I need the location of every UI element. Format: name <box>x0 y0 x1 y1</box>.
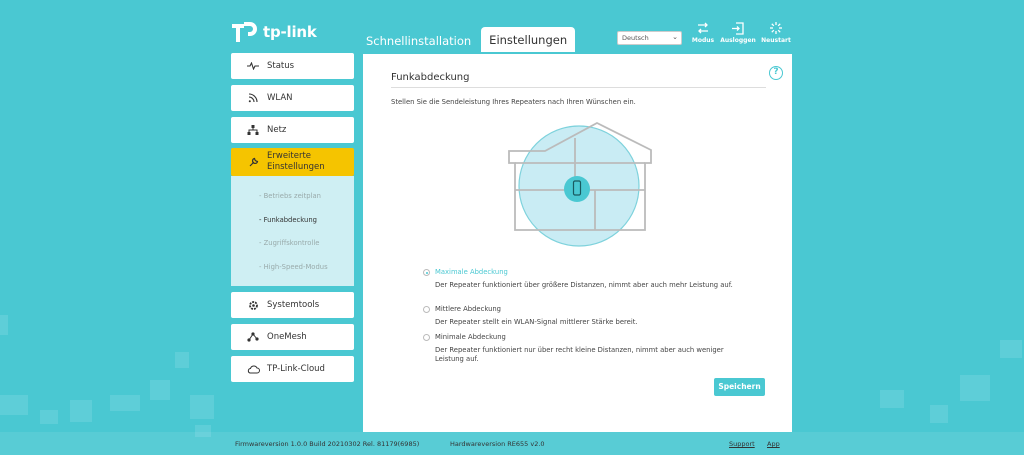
support-link[interactable]: Support <box>729 440 755 448</box>
tp-link-logo-icon <box>228 18 260 46</box>
background-decoration <box>960 375 990 401</box>
radio-minimale-abdeckung[interactable] <box>423 334 430 341</box>
background-decoration <box>175 352 189 368</box>
sidebar-item-label: WLAN <box>267 93 293 103</box>
submenu-item-high-speed-modus[interactable]: - High-Speed-Modus <box>259 263 328 271</box>
submenu-item-zugriffskontrolle[interactable]: - Zugriffskontrolle <box>259 239 319 247</box>
app-link[interactable]: App <box>767 440 780 448</box>
sidebar-item-onemesh[interactable]: OneMesh <box>231 324 354 350</box>
option-description: Der Repeater stellt ein WLAN-Signal mitt… <box>435 318 638 326</box>
option-label: Minimale Abdeckung <box>435 333 506 341</box>
brand-name: tp-link <box>263 23 317 41</box>
option-description: Der Repeater funktioniert nur über recht… <box>435 346 724 363</box>
save-button[interactable]: Speichern <box>714 378 765 396</box>
background-decoration <box>110 395 140 411</box>
sidebar-item-label-line1: Erweiterte <box>267 151 312 161</box>
restart-icon <box>756 20 796 36</box>
background-decoration <box>0 315 8 335</box>
logout-icon <box>718 20 758 36</box>
sidebar-item-label: OneMesh <box>267 332 307 342</box>
background-decoration <box>150 380 170 400</box>
firmware-version: Firmwareversion 1.0.0 Build 20210302 Rel… <box>235 440 420 448</box>
network-icon <box>246 125 260 135</box>
sidebar-item-erweiterte-einstellungen[interactable]: Erweiterte Einstellungen <box>231 148 354 176</box>
submenu-panel: - Betriebs zeitplan - Funkabdeckung - Zu… <box>231 176 354 286</box>
title-divider <box>391 87 766 88</box>
wifi-icon <box>246 93 260 103</box>
mode-button[interactable]: Modus <box>683 20 723 44</box>
background-decoration <box>930 405 948 423</box>
background-decoration <box>190 395 214 419</box>
background-decoration <box>70 400 92 422</box>
logout-button[interactable]: Ausloggen <box>718 20 758 44</box>
submenu-item-betriebszeitplan[interactable]: - Betriebs zeitplan <box>259 192 321 200</box>
hardware-version: Hardwareversion RE655 v2.0 <box>450 440 545 448</box>
tp-link-logo: tp-link <box>228 18 317 46</box>
radio-mittlere-abdeckung[interactable] <box>423 306 430 313</box>
sidebar-item-label-line2: Einstellungen <box>267 162 325 172</box>
sidebar-item-netz[interactable]: Netz <box>231 117 354 143</box>
page-title: Funkabdeckung <box>391 72 470 83</box>
swap-arrows-icon <box>683 20 723 36</box>
restart-button[interactable]: Neustart <box>756 20 796 44</box>
restart-label: Neustart <box>761 37 791 44</box>
sidebar-item-label: Systemtools <box>267 300 320 310</box>
cloud-icon <box>246 365 260 374</box>
sidebar-item-label: Erweiterte Einstellungen <box>267 151 325 173</box>
background-decoration <box>40 410 58 424</box>
gear-icon <box>246 300 260 311</box>
language-select-value: Deutsch <box>622 34 649 42</box>
radio-maximale-abdeckung[interactable] <box>423 269 430 276</box>
help-icon[interactable]: ? <box>769 66 783 80</box>
chevron-down-icon: ⌄ <box>672 33 678 41</box>
content-panel: Funkabdeckung ? Stellen Sie die Sendelei… <box>363 54 792 432</box>
tab-schnellinstallation[interactable]: Schnellinstallation <box>362 28 475 52</box>
background-decoration <box>0 395 28 415</box>
background-decoration <box>1000 340 1022 358</box>
sidebar-item-label: Netz <box>267 125 287 135</box>
pulse-icon <box>246 62 260 70</box>
logout-label: Ausloggen <box>720 37 756 44</box>
sidebar-item-status[interactable]: Status <box>231 53 354 79</box>
sidebar-item-label: Status <box>267 61 295 71</box>
mesh-icon <box>246 332 260 342</box>
sidebar-item-tp-link-cloud[interactable]: TP-Link-Cloud <box>231 356 354 382</box>
sidebar-item-systemtools[interactable]: Systemtools <box>231 292 354 318</box>
submenu-item-funkabdeckung[interactable]: - Funkabdeckung <box>259 216 317 224</box>
option-label: Maximale Abdeckung <box>435 268 508 276</box>
mode-label: Modus <box>691 37 715 44</box>
wrench-icon <box>246 157 260 168</box>
sidebar-item-wlan[interactable]: WLAN <box>231 85 354 111</box>
option-label: Mittlere Abdeckung <box>435 305 501 313</box>
language-select[interactable]: Deutsch ⌄ <box>617 31 682 45</box>
top-tabs: Schnellinstallation Einstellungen <box>362 27 576 52</box>
tab-einstellungen[interactable]: Einstellungen <box>481 27 576 52</box>
background-decoration <box>880 390 904 408</box>
option-description: Der Repeater funktioniert über größere D… <box>435 281 733 289</box>
sidebar-item-label: TP-Link-Cloud <box>267 364 325 374</box>
coverage-illustration <box>505 120 665 254</box>
page-description: Stellen Sie die Sendeleistung Ihres Repe… <box>391 98 636 106</box>
